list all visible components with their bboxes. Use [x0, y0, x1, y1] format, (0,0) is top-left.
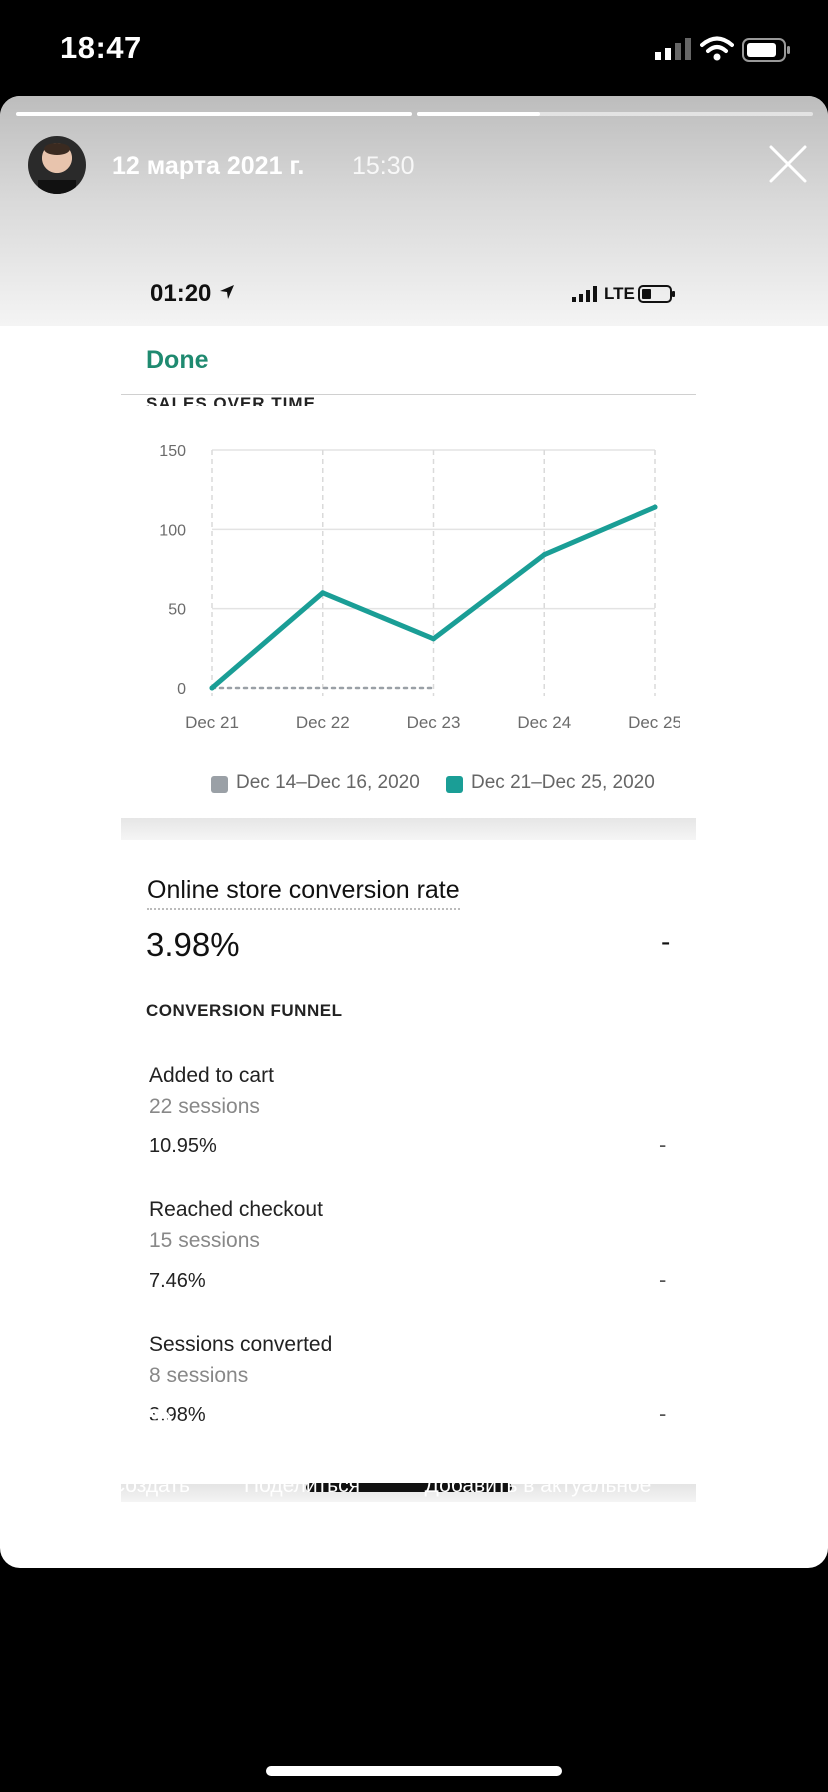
home-indicator — [266, 1766, 562, 1776]
inner-signal-icon — [572, 286, 600, 307]
funnel-item-sessions: 22 sessions — [149, 1095, 260, 1118]
story-date: 12 марта 2021 г. — [112, 152, 305, 180]
action-create-label[interactable]: Создать — [90, 1474, 210, 1498]
funnel-item-percent: 10.95% — [149, 1135, 217, 1157]
story-time: 15:30 — [352, 152, 415, 180]
close-icon[interactable] — [768, 144, 808, 189]
story-progress-segment — [16, 112, 412, 116]
funnel-item-sessions: 8 sessions — [149, 1364, 249, 1387]
y-tick-label: 100 — [159, 522, 186, 539]
legend-swatch-previous — [211, 776, 228, 793]
story-header-gradient — [0, 96, 828, 326]
y-tick-label: 150 — [159, 443, 186, 460]
more-icon[interactable] — [727, 1424, 767, 1442]
funnel-item-change: - — [659, 1132, 667, 1157]
funnel-item-label: Sessions converted — [149, 1333, 333, 1356]
story-progress-fill — [417, 112, 540, 116]
data-point — [541, 552, 547, 558]
y-tick-label: 0 — [177, 681, 186, 698]
signal-icon — [655, 38, 691, 65]
legend-label-previous: Dec 14–Dec 16, 2020 — [236, 772, 420, 793]
reels-icon[interactable] — [127, 1408, 173, 1459]
data-point — [431, 636, 436, 642]
inner-battery-icon — [638, 284, 676, 309]
inner-network-label: LTE — [604, 284, 635, 303]
legend-label-current: Dec 21–Dec 25, 2020 — [471, 772, 655, 793]
highlight-heart-icon[interactable] — [514, 1408, 564, 1463]
conversion-rate-value: 3.98% — [146, 926, 240, 963]
conversion-funnel-heading: CONVERSION FUNNEL — [146, 1001, 343, 1020]
x-tick-label: Dec 25 — [628, 713, 680, 731]
action-more-label[interactable]: Ещё — [700, 1474, 796, 1498]
x-tick-label: Dec 24 — [517, 713, 571, 731]
header-divider — [121, 394, 696, 395]
sales-over-time-title: SALES OVER TIME — [146, 394, 316, 406]
user-avatar[interactable] — [28, 136, 86, 194]
funnel-item-percent: 7.46% — [149, 1270, 206, 1292]
funnel-item-sessions: 15 sessions — [149, 1229, 260, 1252]
data-point — [320, 590, 326, 596]
funnel-item-label: Reached checkout — [149, 1198, 323, 1221]
share-icon[interactable] — [279, 1408, 325, 1459]
story-card[interactable]: 12 марта 2021 г. 15:30 01:20 LTE Done SA… — [0, 96, 828, 1568]
y-tick-label: 50 — [168, 602, 186, 619]
section-separator — [121, 818, 696, 840]
done-button[interactable]: Done — [146, 346, 209, 375]
data-point — [209, 685, 215, 691]
funnel-item-change: - — [659, 1267, 667, 1292]
funnel-item-label: Added to cart — [149, 1064, 274, 1087]
sales-chart: 0 50 100 150 Dec 21 Dec 22 Dec 23 Dec 24 Dec 25 — [159, 443, 680, 731]
action-highlight-label[interactable]: Добавить в актуальное — [400, 1474, 676, 1498]
x-tick-label: Dec 21 — [185, 713, 239, 731]
inner-status-time: 01:20 — [150, 280, 212, 307]
x-tick-label: Dec 22 — [296, 713, 350, 731]
battery-icon — [742, 38, 792, 67]
conversion-rate-title[interactable]: Online store conversion rate — [147, 876, 460, 910]
status-bar-time: 18:47 — [60, 30, 142, 65]
data-point — [652, 504, 658, 510]
location-arrow-icon — [218, 283, 236, 306]
action-share-label[interactable]: Поделиться — [222, 1474, 382, 1498]
legend-swatch-current — [446, 776, 463, 793]
conversion-rate-change: - — [661, 926, 671, 957]
x-tick-label: Dec 23 — [407, 713, 461, 731]
wifi-icon — [700, 36, 734, 67]
funnel-item-change: - — [659, 1401, 667, 1426]
